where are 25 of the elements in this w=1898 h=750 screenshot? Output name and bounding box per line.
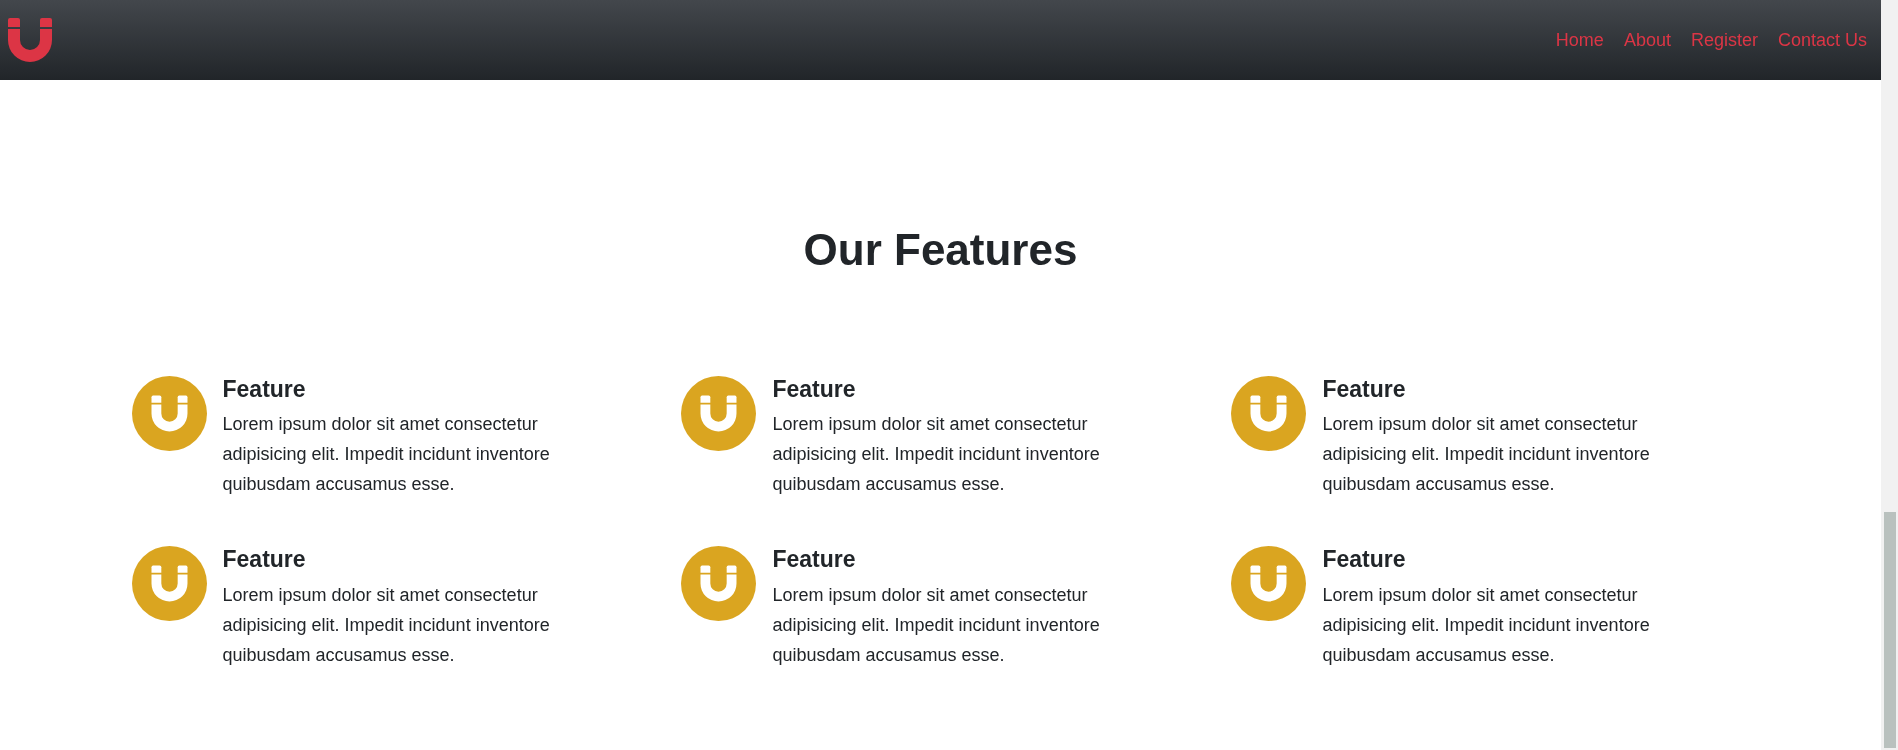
feature-description: Lorem ipsum dolor sit amet consectetur adipisicing elit. Impedit incidunt inventore quibusdam accusamus esse. (1322, 584, 1651, 667)
magnet-icon (131, 546, 207, 622)
magnet-icon (1231, 546, 1307, 622)
magnet-icon[interactable] (8, 18, 52, 62)
section-heading: Our Features (802, 224, 1079, 276)
magnet-icon (681, 375, 757, 451)
feature-title: Feature (222, 375, 307, 404)
feature-title: Feature (772, 546, 857, 574)
feature-description: Lorem ipsum dolor sit amet consectetur adipisicing elit. Impedit incidunt inventore quibusdam accusamus esse. (772, 584, 1101, 667)
feature-description: Lorem ipsum dolor sit amet consectetur adipisicing elit. Impedit incidunt inventore quibusdam accusamus esse. (222, 413, 551, 497)
nav-link[interactable]: Contact Us (1767, 26, 1877, 54)
feature-description: Lorem ipsum dolor sit amet consectetur adipisicing elit. Impedit incidunt inventore quibusdam accusamus esse. (772, 413, 1101, 497)
feature-title: Feature (772, 375, 857, 404)
nav-link[interactable]: Home (1545, 26, 1614, 54)
feature-title: Feature (1322, 546, 1407, 574)
feature-description: Lorem ipsum dolor sit amet consectetur adipisicing elit. Impedit incidunt inventore quibusdam accusamus esse. (222, 584, 551, 667)
feature-title: Feature (1322, 375, 1407, 404)
feature-title: Feature (222, 546, 307, 574)
scrollbar-thumb[interactable] (1884, 512, 1896, 748)
magnet-icon (131, 375, 207, 451)
nav-link[interactable]: Register (1680, 26, 1768, 54)
feature-description: Lorem ipsum dolor sit amet consectetur adipisicing elit. Impedit incidunt inventore quibusdam accusamus esse. (1322, 413, 1651, 497)
nav-link[interactable]: About (1613, 26, 1681, 54)
magnet-icon (681, 546, 757, 622)
magnet-icon (1231, 375, 1307, 451)
